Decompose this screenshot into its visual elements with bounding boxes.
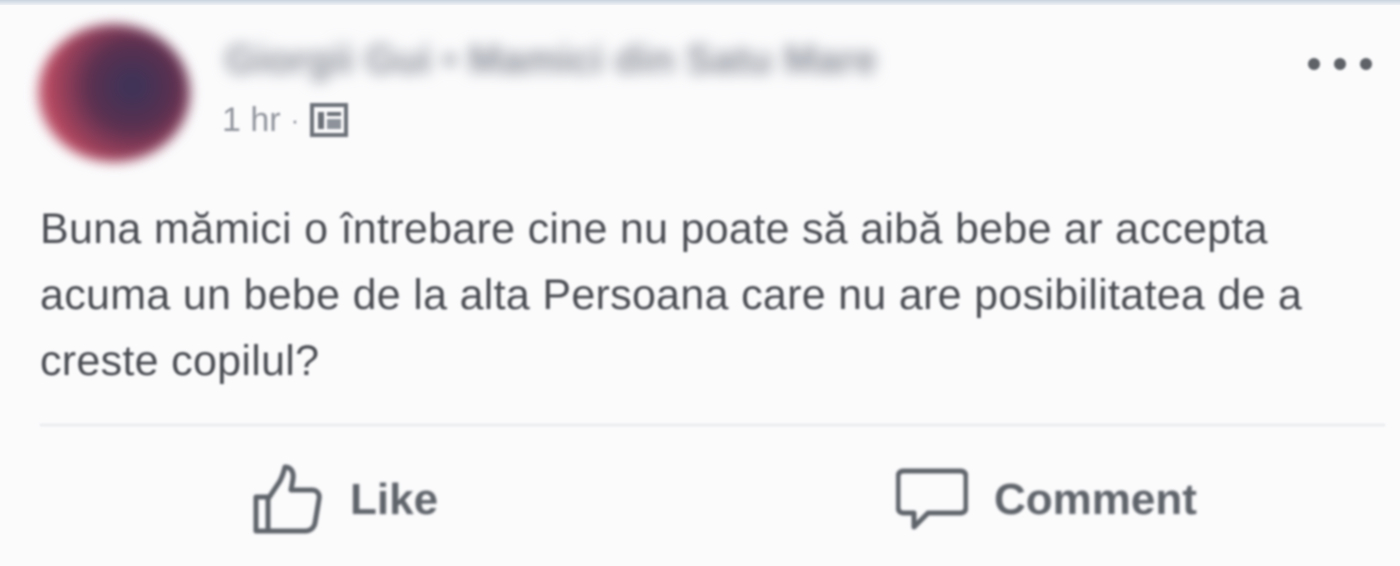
- meta-separator: ·: [290, 105, 300, 135]
- post-timestamp[interactable]: 1 hr: [222, 101, 281, 140]
- facebook-post: Giorgii Gui • Mamici din Satu Mare 1 hr …: [0, 0, 1400, 566]
- speech-bubble-icon: [896, 468, 968, 530]
- post-meta: 1 hr ·: [222, 101, 351, 140]
- divider: [40, 424, 1385, 426]
- more-dot: [1360, 58, 1372, 70]
- more-options-icon[interactable]: [1308, 50, 1372, 78]
- group-privacy-icon[interactable]: [309, 102, 351, 140]
- avatar[interactable]: [38, 24, 190, 162]
- comment-label: Comment: [994, 475, 1197, 524]
- comment-button[interactable]: Comment: [896, 462, 1197, 538]
- top-edge: [0, 0, 1400, 5]
- author-name[interactable]: Giorgii Gui • Mamici din Satu Mare: [225, 38, 877, 82]
- post-text: Buna mămici o întrebare cine nu poate să…: [40, 205, 1303, 385]
- like-button[interactable]: Like: [250, 462, 438, 538]
- thumbs-up-icon: [253, 464, 322, 534]
- author-name-text[interactable]: Giorgii Gui • Mamici din Satu Mare: [225, 38, 877, 83]
- more-dot: [1308, 58, 1320, 70]
- like-label: Like: [350, 475, 439, 524]
- more-dot: [1334, 58, 1346, 70]
